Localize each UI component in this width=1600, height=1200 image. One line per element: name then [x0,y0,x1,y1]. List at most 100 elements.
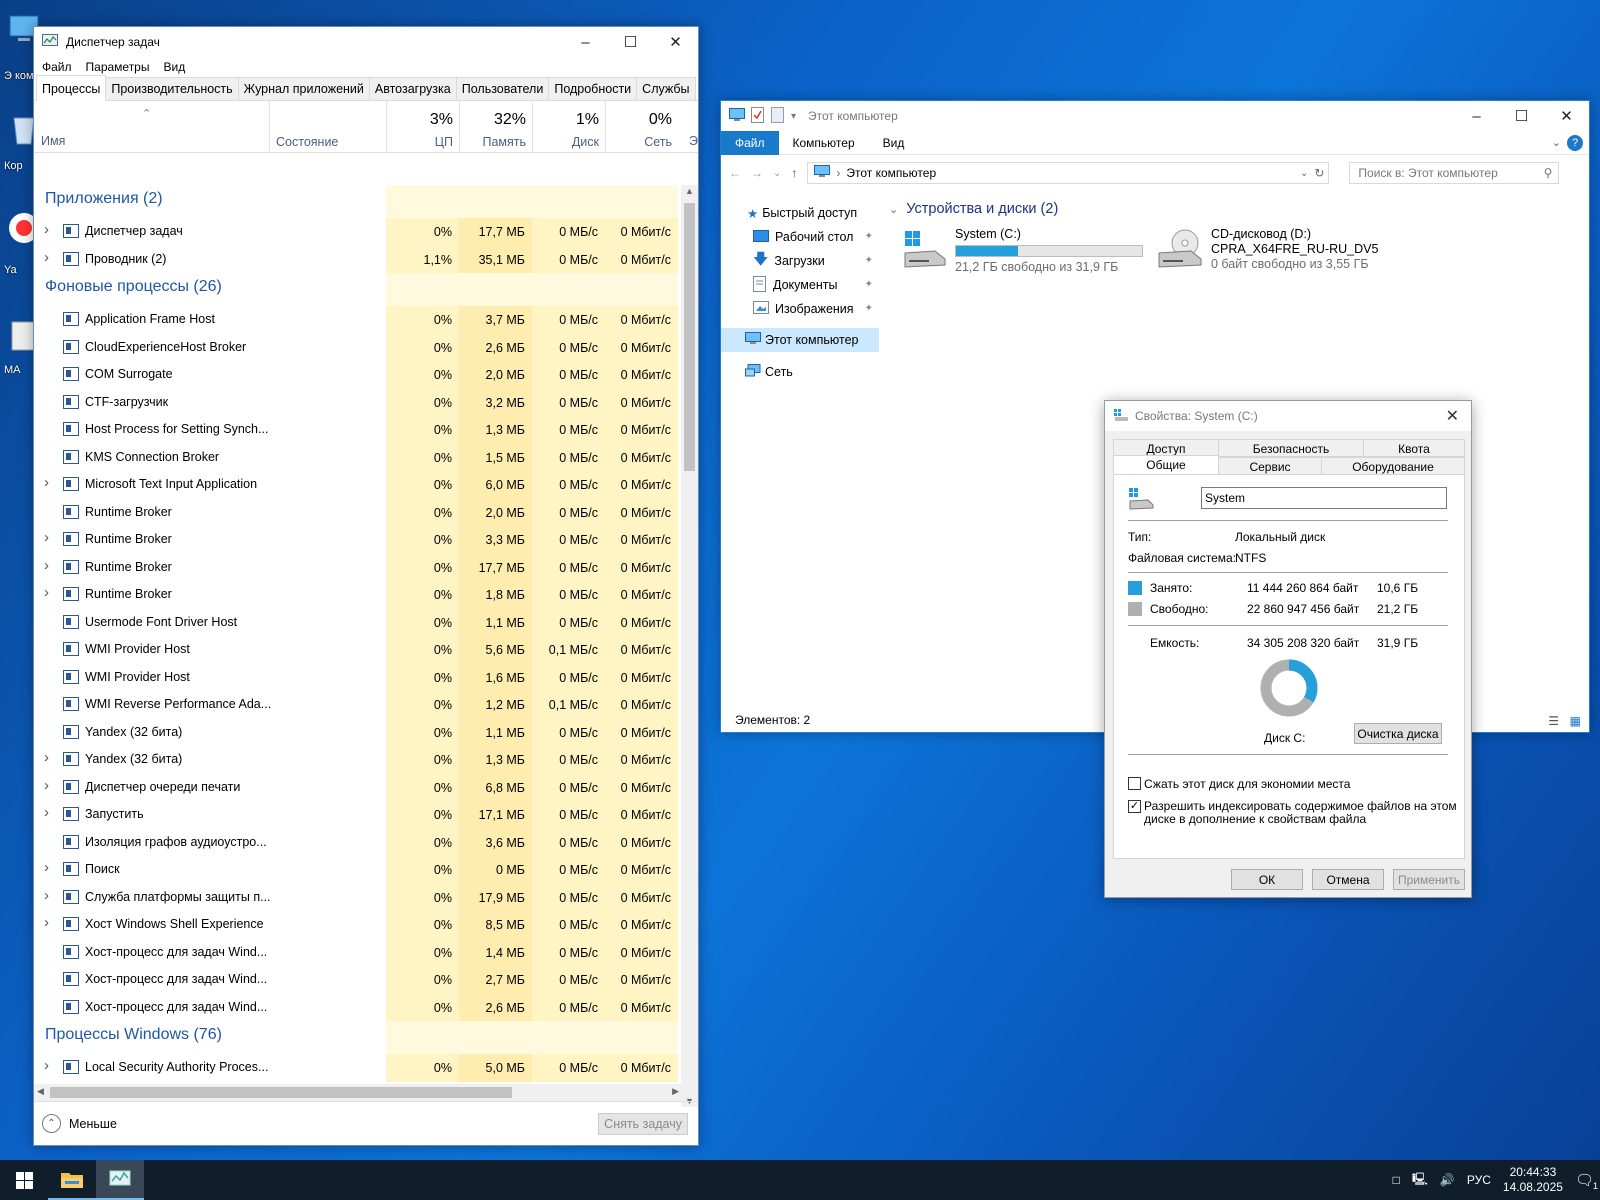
process-row[interactable]: › Runtime Broker 0% 3,3 МБ 0 МБ/с 0 Мбит/с [34,526,682,554]
process-row[interactable]: Хост-процесс для задач Wind... 0% 2,6 МБ 0 … [34,993,682,1021]
tab-services[interactable]: Службы [636,77,696,100]
process-row[interactable]: › Хост Windows Shell Experience 0% 8,5 МБ 0 … [34,911,682,939]
apply-button[interactable]: Применить [1393,869,1465,890]
process-row[interactable]: Application Frame Host 0% 3,7 МБ 0 МБ/с 0 Мб… [34,306,682,334]
taskbar-task-manager[interactable] [96,1160,144,1200]
process-row[interactable]: Yandex (32 бита) 0% 1,1 МБ 0 МБ/с 0 Мбит/с [34,718,682,746]
show-hidden-icon[interactable]: □ [1393,1173,1400,1187]
nav-network[interactable]: Сеть [721,360,879,384]
title-bar[interactable]: Свойства: System (C:) ✕ [1105,401,1471,431]
up-icon[interactable]: ↑ [791,166,797,180]
nav-documents[interactable]: Документы ✦ [721,273,879,297]
compress-checkbox[interactable] [1128,777,1141,790]
close-button[interactable]: ✕ [1544,101,1589,131]
ribbon-view[interactable]: Вид [869,136,919,150]
expand-icon[interactable]: › [44,887,49,904]
ok-button[interactable]: ОК [1231,869,1303,890]
vertical-scrollbar[interactable]: ▲ ▼ [681,185,698,1107]
nav-quick-access[interactable]: ★ Быстрый доступ [721,201,879,225]
scroll-thumb[interactable] [50,1087,512,1098]
tab-hardware[interactable]: Оборудование [1321,457,1465,475]
volume-name-input[interactable]: System [1201,487,1447,509]
tab-startup[interactable]: Автозагрузка [368,77,457,100]
expand-icon[interactable]: › [44,474,49,491]
nav-this-pc[interactable]: Этот компьютер [721,328,879,352]
nav-downloads[interactable]: 🡇 Загрузки ✦ [721,249,879,273]
scroll-right-icon[interactable]: ▶ [672,1086,679,1097]
maximize-button[interactable]: ☐ [1499,101,1544,131]
process-row[interactable]: Host Process for Setting Synch... 0% 1,3 М… [34,416,682,444]
address-bar[interactable]: › Этот компьютер ⌄ ↻ [807,162,1330,184]
expand-icon[interactable]: › [44,859,49,876]
search-icon[interactable]: ⚲ [1544,166,1553,180]
dropdown-icon[interactable]: ▾ [791,111,796,122]
expand-icon[interactable]: › [44,249,49,266]
minimize-button[interactable]: – [1454,101,1499,131]
fewer-details-button[interactable]: Меньше [69,1117,117,1131]
process-row[interactable]: › Запустить 0% 17,1 МБ 0 МБ/с 0 Мбит/с [34,801,682,829]
scroll-up-icon[interactable]: ▲ [685,186,694,196]
tab-tools[interactable]: Сервис [1218,457,1322,475]
tab-performance[interactable]: Производительность [105,77,239,100]
nav-desktop[interactable]: Рабочий стол ✦ [721,225,879,249]
forward-icon[interactable]: → [751,166,763,180]
process-row[interactable]: COM Surrogate 0% 2,0 МБ 0 МБ/с 0 Мбит/с [34,361,682,389]
process-row[interactable]: › Диспетчер очереди печати 0% 6,8 МБ 0 МБ/с 0… [34,773,682,801]
process-row[interactable]: CTF-загрузчик 0% 3,2 МБ 0 МБ/с 0 Мбит/с [34,388,682,416]
process-row[interactable]: › Поиск 0% 0 МБ 0 МБ/с 0 Мбит/с [34,856,682,884]
nav-pictures[interactable]: Изображения ✦ [721,297,879,321]
process-row[interactable]: › Диспетчер задач 0% 17,7 МБ 0 МБ/с 0 Мбит/с [34,218,682,246]
process-row[interactable]: WMI Provider Host 0% 5,6 МБ 0,1 МБ/с 0 Мбит/… [34,636,682,664]
col-memory[interactable]: 32% Память [459,101,532,153]
process-row[interactable]: › Runtime Broker 0% 1,8 МБ 0 МБ/с 0 Мбит/с [34,581,682,609]
disk-cleanup-button[interactable]: Очистка диска [1354,723,1442,744]
col-more[interactable]: Э [689,134,698,148]
process-row[interactable]: › Runtime Broker 0% 17,7 МБ 0 МБ/с 0 Мбит/с [34,553,682,581]
language-indicator[interactable]: РУС [1467,1173,1491,1187]
menu-options[interactable]: Параметры [86,60,150,74]
process-row[interactable]: KMS Connection Broker 0% 1,5 МБ 0 МБ/с 0 Мби… [34,443,682,471]
group-header[interactable]: Процессы Windows (76) [34,1021,682,1054]
drive-d[interactable]: CD-дисковод (D:) CPRA_X64FRE_RU-RU_DV5 0… [1157,227,1378,272]
ribbon-file[interactable]: Файл [721,130,779,155]
group-header[interactable]: Фоновые процессы (26) [34,273,682,306]
minimize-button[interactable]: – [563,27,608,57]
process-row[interactable]: Usermode Font Driver Host 0% 1,1 МБ 0 МБ/с 0… [34,608,682,636]
details-view-icon[interactable]: ☰ [1548,714,1559,728]
clock[interactable]: 20:44:33 14.08.2025 [1503,1165,1563,1195]
index-checkbox[interactable]: ✓ [1128,800,1141,813]
group-header[interactable]: Приложения (2) [34,185,682,218]
volume-icon[interactable]: 🔊 [1440,1173,1455,1187]
tab-processes[interactable]: Процессы [36,75,107,101]
col-name[interactable]: Имя [41,134,65,148]
back-icon[interactable]: ← [729,166,741,180]
expand-icon[interactable]: › [44,804,49,821]
tab-app-history[interactable]: Журнал приложений [237,77,370,100]
tiles-view-icon[interactable]: ▦ [1570,714,1581,728]
new-folder-icon[interactable] [771,106,785,126]
col-disk[interactable]: 1% Диск [532,101,605,153]
maximize-button[interactable]: ☐ [608,27,653,57]
expand-icon[interactable]: › [44,584,49,601]
drive-c[interactable]: System (C:) 21,2 ГБ свободно из 31,9 ГБ [901,227,1143,275]
taskbar-explorer[interactable] [48,1160,96,1200]
process-row[interactable]: Изоляция графов аудиоустро... 0% 3,6 МБ 0 М… [34,828,682,856]
col-network[interactable]: 0% Сеть [605,101,678,153]
tab-quota[interactable]: Квота [1363,439,1465,457]
properties-icon[interactable] [751,106,765,126]
chevron-up-icon[interactable]: ⌃ [42,1114,61,1133]
close-button[interactable]: ✕ [653,27,698,57]
chevron-down-icon[interactable]: ⌄ [773,168,781,179]
process-row[interactable]: › Yandex (32 бита) 0% 1,3 МБ 0 МБ/с 0 Мбит/с [34,746,682,774]
title-bar[interactable]: Диспетчер задач – ☐ ✕ [34,27,698,57]
network-tray-icon[interactable]: 🖳 [1412,1170,1428,1191]
close-button[interactable]: ✕ [1446,406,1459,426]
process-row[interactable]: Runtime Broker 0% 2,0 МБ 0 МБ/с 0 Мбит/с [34,498,682,526]
chevron-down-icon[interactable]: ⌄ [1300,168,1308,179]
refresh-icon[interactable]: ↻ [1314,166,1324,180]
expand-icon[interactable]: › [44,777,49,794]
breadcrumb[interactable]: Этот компьютер [846,166,936,180]
expand-icon[interactable]: › [44,914,49,931]
search-input[interactable]: Поиск в: Этот компьютер ⚲ [1349,162,1560,184]
scroll-thumb[interactable] [684,203,695,471]
